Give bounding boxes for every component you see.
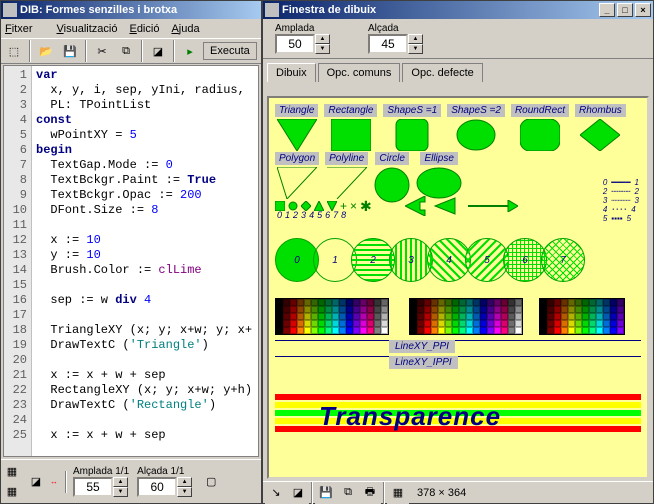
- bottom-width-icon[interactable]: ↔: [45, 473, 63, 491]
- status-print-icon[interactable]: 🖶: [359, 482, 381, 504]
- color-palette-1: [275, 298, 389, 335]
- draw-alcada-up[interactable]: ▲: [408, 34, 423, 44]
- minimize-button[interactable]: _: [599, 3, 615, 17]
- tab-defecte[interactable]: Opc. defecte: [402, 63, 482, 82]
- draw-alcada-input[interactable]: [368, 34, 408, 54]
- label-roundrect: RoundRect: [511, 104, 569, 117]
- drawing-statusbar: ↘ ◪ 💾 ⧉ 🖶 ▦ 378 × 364: [263, 481, 653, 503]
- bottom-erase-icon[interactable]: ◪: [27, 473, 45, 491]
- drawing-size-inputs: Amplada ▲▼ Alçada ▲▼: [263, 19, 653, 59]
- execute-button[interactable]: Executa: [203, 42, 257, 60]
- draw-amplada-label: Amplada: [275, 23, 330, 34]
- status-icon-2[interactable]: ▦: [387, 482, 409, 504]
- label-ellipse: Ellipse: [420, 152, 457, 165]
- label-linexy-ippi: LineXY_IPPI: [389, 356, 458, 369]
- code-content[interactable]: var x, y, i, sep, yIni, radius, PL: TPoi…: [32, 66, 256, 456]
- dash-legend: 0 ━━━━ 1 2 ╌╌╌╌ 2 3 ┄┄┄┄ 3 4 ････ 4 5 ▪▪…: [603, 178, 639, 223]
- draw-amplada-input[interactable]: [275, 34, 315, 54]
- amplada-down[interactable]: ▼: [113, 487, 128, 497]
- drawing-canvas-wrap[interactable]: Triangle Rectangle ShapeS =1 ShapeS =2 R…: [267, 96, 649, 479]
- amplada-label: Amplada 1/1: [73, 466, 129, 477]
- draw-alcada-down[interactable]: ▼: [408, 44, 423, 54]
- toolbar-btn-1[interactable]: ⬚: [3, 40, 25, 62]
- editor-bottom-bar: ▦ ▦ ◪ ↔ Amplada 1/1 ▲▼ Alçada 1/1 ▲▼ ▢: [1, 459, 261, 503]
- drawing-canvas: Triangle Rectangle ShapeS =1 ShapeS =2 R…: [269, 98, 647, 462]
- drawing-window: Finestra de dibuix _ □ × Amplada ▲▼ Alça…: [262, 0, 654, 504]
- code-editor[interactable]: 1234567891011121314151617181920212223242…: [3, 65, 259, 457]
- status-save-icon[interactable]: 💾: [315, 482, 337, 504]
- label-shapes1: ShapeS =1: [383, 104, 441, 117]
- label-rhombus: Rhombus: [575, 104, 626, 117]
- label-linexy-ppi: LineXY_PPI: [389, 340, 455, 353]
- tab-dibuix[interactable]: Dibuix: [267, 63, 316, 82]
- amplada-input[interactable]: [73, 477, 113, 497]
- amplada-up[interactable]: ▲: [113, 477, 128, 487]
- app-icon: [3, 3, 17, 17]
- open-icon[interactable]: 📂: [35, 40, 57, 62]
- drawing-title: Finestra de dibuix: [282, 4, 376, 16]
- bottom-icon-3[interactable]: ▢: [202, 473, 220, 491]
- menu-edit[interactable]: Edició: [129, 23, 159, 35]
- label-triangle: Triangle: [275, 104, 318, 117]
- close-button[interactable]: ×: [635, 3, 651, 17]
- maximize-button[interactable]: □: [617, 3, 633, 17]
- label-polyline: Polyline: [325, 152, 368, 165]
- cut-icon[interactable]: ✂: [91, 40, 113, 62]
- draw-amplada-down[interactable]: ▼: [315, 44, 330, 54]
- editor-window: DIB: Formes senzilles i brotxa Fitxer Vi…: [0, 0, 262, 504]
- transparence-text: Transparence: [319, 401, 501, 432]
- color-palette-3: [539, 298, 625, 335]
- label-rectangle: Rectangle: [324, 104, 377, 117]
- label-polygon: Polygon: [275, 152, 319, 165]
- draw-amplada-up[interactable]: ▲: [315, 34, 330, 44]
- save-icon[interactable]: 💾: [59, 40, 81, 62]
- label-circle: Circle: [375, 152, 409, 165]
- line-gutter: 1234567891011121314151617181920212223242…: [4, 66, 32, 456]
- menu-help[interactable]: Ajuda: [171, 23, 199, 35]
- run-icon[interactable]: ▸: [179, 40, 201, 62]
- status-erase-icon[interactable]: ◪: [287, 482, 309, 504]
- drawing-app-icon: [265, 3, 279, 17]
- alcada-up[interactable]: ▲: [177, 477, 192, 487]
- menu-file[interactable]: Fitxer: [5, 23, 45, 35]
- menu-view[interactable]: Visualització: [57, 23, 118, 35]
- copy-icon[interactable]: ⧉: [115, 40, 137, 62]
- bottom-icon-2[interactable]: ▦: [3, 483, 21, 501]
- bottom-icon-1[interactable]: ▦: [3, 463, 21, 481]
- small-shape-numbers: 012345678: [277, 210, 346, 220]
- erase-icon[interactable]: ◪: [147, 40, 169, 62]
- editor-titlebar[interactable]: DIB: Formes senzilles i brotxa: [1, 1, 261, 19]
- drawing-tabs: Dibuix Opc. comuns Opc. defecte: [263, 59, 653, 82]
- editor-toolbar: ⬚ 📂 💾 ✂ ⧉ ◪ ▸ Executa: [1, 38, 261, 64]
- overlapping-circles: 0 1 2 3 4 5 6 7: [275, 238, 579, 282]
- tab-comuns[interactable]: Opc. comuns: [318, 63, 401, 82]
- status-copy-icon[interactable]: ⧉: [337, 482, 359, 504]
- alcada-input[interactable]: [137, 477, 177, 497]
- editor-menubar: Fitxer Visualització Edició Ajuda: [1, 19, 261, 38]
- canvas-dimensions: 378 × 364: [417, 487, 466, 499]
- color-palette-2: [409, 298, 523, 335]
- status-icon-1[interactable]: ↘: [265, 482, 287, 504]
- label-shapes2: ShapeS =2: [447, 104, 505, 117]
- drawing-titlebar[interactable]: Finestra de dibuix _ □ ×: [263, 1, 653, 19]
- alcada-down[interactable]: ▼: [177, 487, 192, 497]
- alcada-label: Alçada 1/1: [137, 466, 192, 477]
- draw-alcada-label: Alçada: [368, 23, 423, 34]
- editor-title: DIB: Formes senzilles i brotxa: [20, 4, 177, 16]
